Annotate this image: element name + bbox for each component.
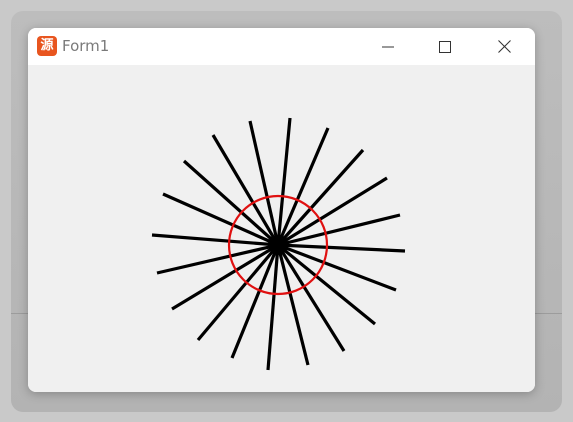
close-icon (497, 40, 511, 53)
spoke-line (277, 213, 401, 247)
spoke-line (171, 243, 279, 311)
minimize-icon (382, 46, 394, 47)
minimize-button[interactable] (365, 28, 411, 65)
maximize-icon (439, 40, 451, 53)
spoke-line (277, 243, 406, 253)
spoke-line (248, 120, 280, 246)
center-hub (268, 235, 288, 255)
spoke-line (276, 244, 310, 366)
close-button[interactable] (481, 28, 527, 65)
form-window: 源 Form1 (28, 28, 535, 392)
spoke-line (277, 243, 397, 292)
app-icon[interactable]: 源 (37, 36, 57, 56)
spoke-line (276, 117, 292, 246)
drawing-canvas (151, 117, 406, 371)
spoke-line (276, 244, 346, 352)
spoke-line (211, 134, 280, 246)
title-bar[interactable]: 源 Form1 (28, 28, 535, 65)
form-client-area[interactable] (28, 65, 535, 392)
window-title: Form1 (62, 37, 110, 55)
spoke-line (277, 176, 388, 247)
spoke-line (276, 127, 330, 246)
maximize-button[interactable] (422, 28, 468, 65)
